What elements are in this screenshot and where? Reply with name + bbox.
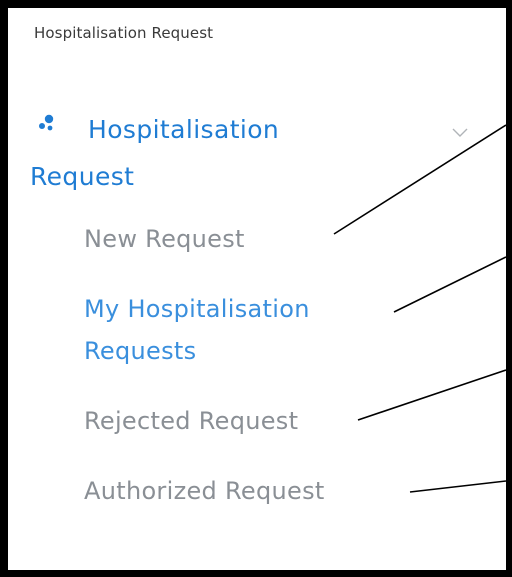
menu-group-label: Hospitalisation Request [30,115,280,191]
callout-line [393,256,506,313]
submenu-item-authorized-request[interactable]: Authorized Request [84,470,404,512]
submenu-item-rejected-request[interactable]: Rejected Request [84,400,404,442]
callout-line [409,480,506,493]
submenu-item-new-request[interactable]: New Request [84,218,404,260]
submenu-list: New Request My Hospitalisation Requests … [84,218,404,512]
sidebar-panel: Hospitalisation Request Hospitalisation … [8,8,506,570]
chevron-down-icon[interactable] [452,128,468,138]
submenu-item-my-hospitalisation-requests[interactable]: My Hospitalisation Requests [84,288,384,372]
page-title: Hospitalisation Request [34,24,214,42]
screenshot-frame: Hospitalisation Request Hospitalisation … [0,0,512,577]
